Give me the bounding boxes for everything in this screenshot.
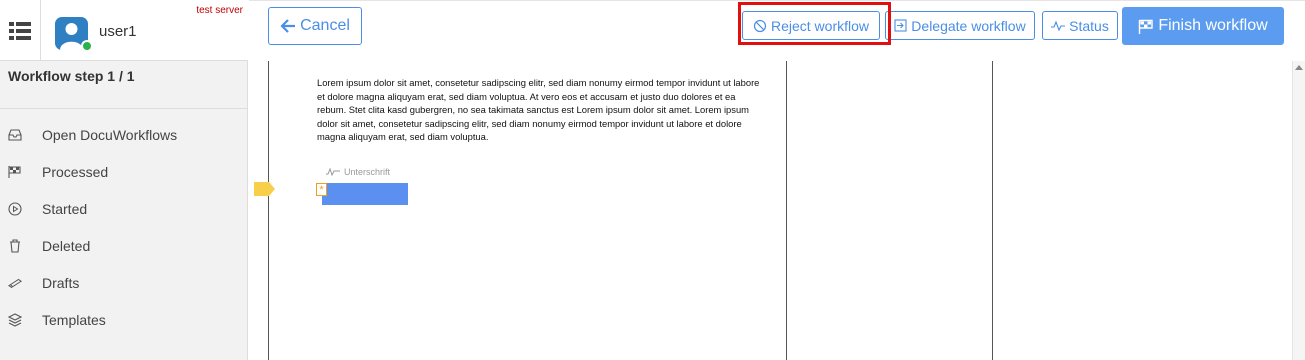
cancel-label: Cancel [300, 17, 350, 34]
sidebar: user1 test server Workflow step 1 / 1 Op… [0, 0, 248, 360]
sidebar-item-started[interactable]: Started [0, 190, 248, 227]
list-icon [9, 21, 31, 40]
document-body-text: Lorem ipsum dolor sit amet, consetetur s… [317, 77, 760, 143]
sidebar-item-label: Deleted [42, 237, 91, 254]
ban-icon [753, 19, 767, 32]
cancel-button[interactable]: Cancel [268, 7, 362, 45]
required-marker: * [316, 183, 327, 196]
sidebar-item-label: Drafts [42, 274, 80, 291]
server-tag: test server [196, 5, 243, 16]
trash-icon [8, 238, 22, 253]
toolbar: Cancel Reject workflow Delegate workflow… [249, 0, 1305, 60]
signature-icon [326, 168, 340, 176]
pencil-icon [8, 276, 22, 290]
sidebar-item-label: Open DocuWorkflows [42, 126, 178, 143]
status-button[interactable]: Status [1042, 11, 1118, 40]
workflow-step-label: Workflow step 1 / 1 [8, 68, 135, 84]
reject-label: Reject workflow [770, 17, 870, 34]
divider [0, 108, 248, 109]
signature-field[interactable] [322, 183, 408, 205]
page-border-left [268, 61, 269, 360]
field-marker-icon[interactable] [254, 182, 275, 196]
sidebar-item-deleted[interactable]: Deleted [0, 227, 248, 264]
scroll-up-arrow-icon[interactable] [1295, 65, 1303, 70]
menu-button[interactable] [0, 0, 41, 61]
sidebar-header: user1 test server [0, 0, 248, 61]
inbox-icon [8, 128, 22, 142]
page-border-right [786, 61, 787, 360]
arrow-left-icon [280, 19, 296, 33]
layers-icon [8, 312, 22, 327]
play-icon [8, 201, 22, 216]
finish-workflow-button[interactable]: Finish workflow [1122, 7, 1284, 45]
sidebar-item-open-docuworkflows[interactable]: Open DocuWorkflows [0, 116, 248, 153]
sidebar-item-label: Processed [42, 163, 109, 180]
flag-icon [8, 165, 22, 179]
sidebar-item-drafts[interactable]: Drafts [0, 264, 248, 301]
vertical-scrollbar[interactable] [1292, 61, 1305, 360]
page-border-next [992, 61, 993, 360]
flag-checkered-icon [1139, 19, 1154, 34]
sidebar-item-label: Started [42, 200, 88, 217]
sidebar-item-processed[interactable]: Processed [0, 153, 248, 190]
reject-workflow-button[interactable]: Reject workflow [742, 11, 880, 40]
delegate-workflow-button[interactable]: Delegate workflow [885, 11, 1035, 40]
delegate-label: Delegate workflow [911, 17, 1026, 34]
signature-label-text: Unterschrift [344, 167, 391, 177]
status-label: Status [1069, 17, 1109, 34]
sidebar-item-templates[interactable]: Templates [0, 301, 248, 338]
delegate-icon [894, 19, 907, 32]
finish-label: Finish workflow [1158, 17, 1268, 34]
signature-label: Unterschrift [326, 167, 390, 177]
pulse-icon [1051, 20, 1066, 31]
sidebar-item-label: Templates [42, 311, 106, 328]
online-status-dot [81, 40, 93, 52]
sidebar-nav: Open DocuWorkflows Processed Started Del… [0, 116, 248, 338]
username[interactable]: user1 [99, 23, 137, 40]
